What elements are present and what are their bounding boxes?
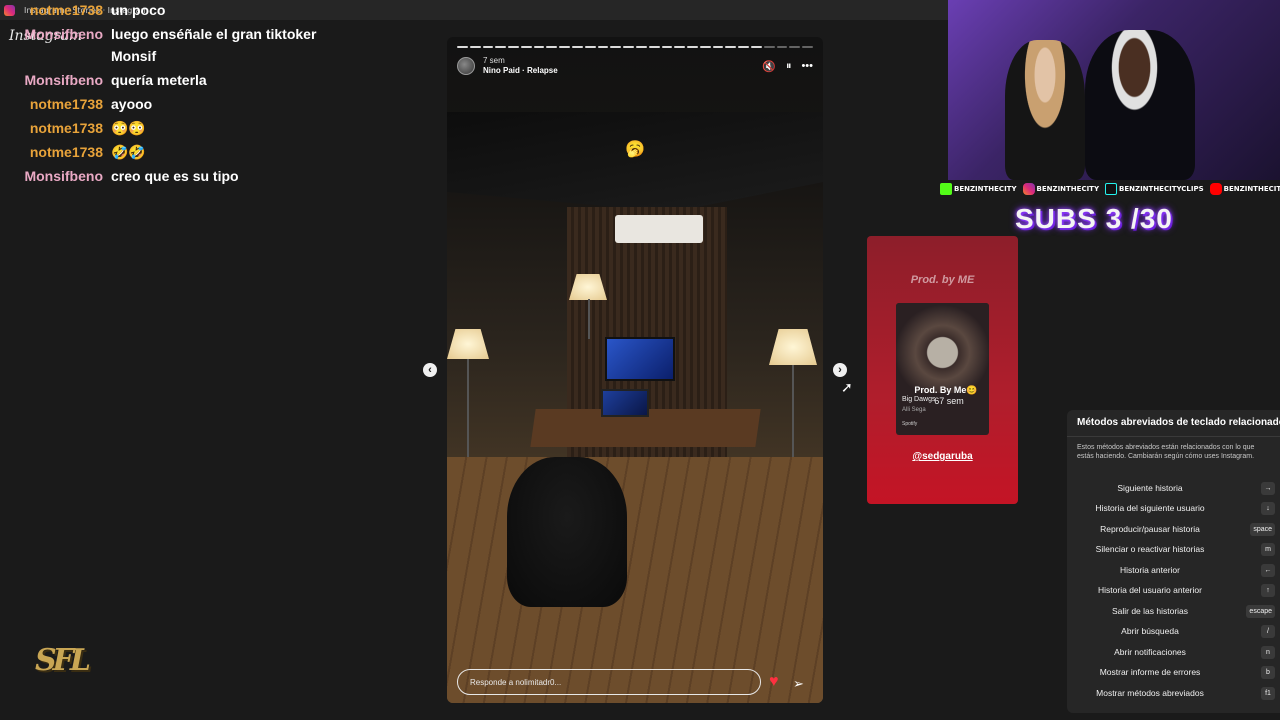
next-story-mention: @sedgaruba <box>912 451 973 462</box>
chat-message: notme1738 un poco <box>0 0 331 21</box>
shortcut-key: space <box>1250 522 1275 536</box>
shortcuts-description: Estos métodos abreviados están relaciona… <box>1077 444 1255 460</box>
chat-username: notme1738 <box>29 2 103 18</box>
shortcut-key: b <box>1261 665 1275 679</box>
instagram-icon <box>1022 183 1035 195</box>
chat-text: ayooo <box>111 96 153 112</box>
album-cover-image <box>896 303 989 393</box>
chat-text: creo que es su tipo <box>111 168 239 184</box>
shortcut-key: / <box>1261 624 1275 638</box>
shortcut-row: Mostrar informe de errores b <box>1075 664 1275 680</box>
album-artist: Alli Sega <box>902 407 926 413</box>
chat-username: notme1738 <box>29 144 103 160</box>
chat-text: quería meterla <box>111 72 207 88</box>
story-sticker: 🥱 <box>625 141 645 158</box>
social-handles-bar: BENZINTHECITY BENZINTHECITY BENZINTHECIT… <box>940 181 1280 197</box>
previous-story-button[interactable]: ‹ <box>423 363 437 377</box>
story-image-floor-lamp <box>447 329 489 359</box>
subs-goal: SUBS 3 /30 <box>1015 203 1173 234</box>
streamer-logo: SFL <box>34 643 91 678</box>
next-story-username: Prod. By Me😊 <box>914 385 978 395</box>
social-kick: BENZINTHECITY <box>940 183 1017 195</box>
chat-message: Monsifbeno quería meterla <box>0 69 331 91</box>
shortcut-row: Salir de las historias escape <box>1075 603 1275 619</box>
shortcut-row: Historia anterior ← <box>1075 562 1275 578</box>
chat-username: notme1738 <box>29 96 103 112</box>
shortcut-row: Silenciar o reactivar historias m <box>1075 541 1275 557</box>
shortcut-row: Reproducir/pausar historia space <box>1075 521 1275 537</box>
chat-message: Monsifbeno luego enséñale el gran tiktok… <box>0 23 331 67</box>
album-card: Big Dawgs Alli Sega Spotify <box>896 303 989 435</box>
shortcut-row: Siguiente historia → <box>1075 480 1275 496</box>
shortcut-row: Historia del usuario anterior ↑ <box>1075 582 1275 598</box>
shortcut-row: Abrir búsqueda / <box>1075 623 1275 639</box>
story-avatar[interactable] <box>457 57 475 75</box>
chat-text: un poco <box>111 2 166 18</box>
send-icon[interactable]: ➢ <box>793 676 804 692</box>
chat-username: notme1738 <box>29 120 103 136</box>
divider <box>1067 436 1280 437</box>
story-image-air-conditioner <box>615 215 703 243</box>
shortcut-key: → <box>1261 481 1275 495</box>
shortcut-key: ← <box>1261 563 1275 577</box>
chat-text: 😳😳 <box>111 120 146 136</box>
chat-text: 🤣🤣 <box>111 144 146 160</box>
story-song[interactable]: Nino Paid · Relapse <box>483 66 558 76</box>
shortcut-row: Abrir notificaciones n <box>1075 644 1275 660</box>
chat-username: Monsifbeno <box>24 26 103 42</box>
shortcut-key: f1 <box>1261 686 1275 700</box>
keyboard-shortcuts-panel: Métodos abreviados de teclado relacionad… <box>1067 410 1280 713</box>
story-header: 7 sem Nino Paid · Relapse 🔇 ⏸ ••• <box>457 55 813 77</box>
story-image-monitor <box>605 337 675 381</box>
story-viewer[interactable]: 🥱 7 sem Nino Paid · Relapse 🔇 ⏸ ••• Resp… <box>447 37 823 703</box>
story-image-floor <box>447 457 823 703</box>
shortcuts-title: Métodos abreviados de teclado relacionad… <box>1077 417 1280 428</box>
story-image-lamp-stand <box>588 299 590 339</box>
next-story-preview[interactable]: Prod. by ME Big Dawgs Alli Sega Spotify … <box>867 236 1018 504</box>
shortcut-key: escape <box>1246 604 1275 618</box>
shortcut-key: ↓ <box>1261 501 1275 515</box>
webcam-person-left <box>1005 40 1085 180</box>
chat-message: notme1738 😳😳 <box>0 117 331 139</box>
story-image-floor-lamp <box>769 329 817 365</box>
story-image-chair <box>507 457 627 607</box>
youtube-icon <box>1209 183 1222 195</box>
story-reply-input[interactable]: Responde a nolimitadr0... <box>457 669 761 695</box>
shortcut-key: m <box>1261 542 1275 556</box>
story-image-laptop <box>601 389 649 417</box>
webcam-person-right <box>1085 30 1195 180</box>
more-options-icon[interactable]: ••• <box>801 60 813 73</box>
social-youtube: BENZINTHECITYLIVE <box>1209 183 1280 195</box>
like-heart-icon[interactable]: ♥ <box>769 674 779 690</box>
next-story-button[interactable]: › <box>833 363 847 377</box>
shortcut-key: ↑ <box>1261 583 1275 597</box>
shortcut-row: Mostrar métodos abreviados f1 <box>1075 685 1275 701</box>
next-story-time: 67 sem <box>934 396 964 406</box>
spotify-icon: Spotify <box>902 421 918 427</box>
chat-message: notme1738 🤣🤣 <box>0 141 331 163</box>
tiktok-icon <box>1105 183 1118 195</box>
story-time: 7 sem <box>483 56 505 65</box>
shortcut-key: n <box>1261 645 1275 659</box>
mouse-cursor-icon: ➚ <box>841 379 853 395</box>
chat-username: Monsifbeno <box>24 168 103 184</box>
social-tiktok: BENZINTHECITYCLIPS <box>1105 183 1204 195</box>
story-progress-bar <box>457 46 813 48</box>
next-story-title: Prod. by ME <box>910 274 975 286</box>
pause-icon[interactable]: ⏸ <box>786 60 792 73</box>
kick-icon <box>940 183 952 195</box>
chat-message: notme1738 ayooo <box>0 93 331 115</box>
chat-message: Monsifbeno creo que es su tipo <box>0 165 331 187</box>
chat-text: luego enséñale el gran tiktoker Monsif <box>111 26 317 64</box>
mute-icon[interactable]: 🔇 <box>762 60 776 73</box>
shortcut-row: Historia del siguiente usuario ↓ <box>1075 500 1275 516</box>
story-image-ceiling <box>447 112 823 212</box>
social-instagram: BENZINTHECITY <box>1022 183 1099 195</box>
chat-username: Monsifbeno <box>24 72 103 88</box>
